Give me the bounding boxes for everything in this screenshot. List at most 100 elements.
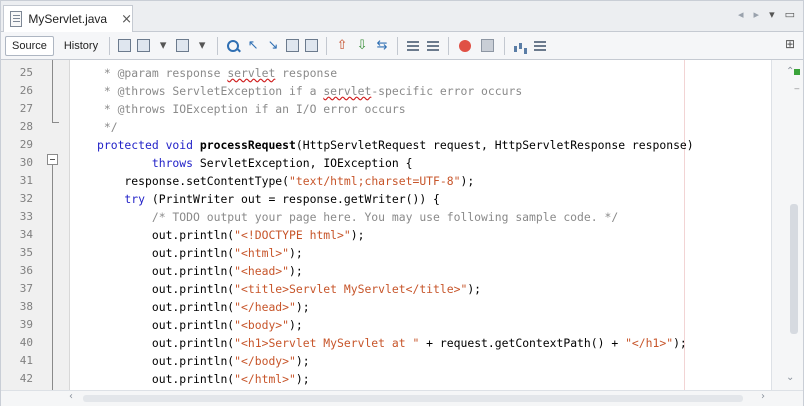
comment-icon[interactable] bbox=[513, 39, 527, 53]
code-token: out.println( bbox=[97, 354, 235, 368]
close-icon[interactable]: × bbox=[121, 12, 132, 27]
code-token: ); bbox=[295, 300, 310, 314]
code-editor[interactable]: 25 26 27 28 29 30 31 32 33 34 35 36 37 38 39 40 41 42 * @… bbox=[1, 60, 803, 390]
history-button[interactable]: History bbox=[58, 37, 104, 55]
toggle-highlight-icon[interactable] bbox=[286, 39, 300, 52]
code-line[interactable]: response.setContentType("text/html;chars… bbox=[97, 172, 474, 190]
code-token: (HttpServletRequest request, HttpServlet… bbox=[295, 138, 694, 152]
shift-right-icon[interactable] bbox=[426, 39, 440, 53]
separator bbox=[397, 36, 399, 55]
separator bbox=[217, 36, 219, 55]
find-icon[interactable] bbox=[226, 39, 240, 53]
code-token: ); bbox=[289, 264, 303, 278]
code-token: "</h1>" bbox=[625, 336, 674, 350]
code-line[interactable]: protected void processRequest(HttpServle… bbox=[97, 136, 694, 154]
code-token: out.println( bbox=[97, 318, 235, 332]
stop-macro-icon[interactable] bbox=[481, 39, 495, 52]
code-token: * @param response bbox=[97, 66, 228, 80]
find-next-icon[interactable]: ↘ bbox=[266, 38, 280, 53]
scroll-down-icon[interactable]: ⌄ bbox=[786, 372, 794, 383]
back-dropdown-icon[interactable]: ▾ bbox=[156, 38, 170, 53]
code-token: out.println( bbox=[97, 372, 235, 386]
code-token: servlet bbox=[323, 84, 372, 98]
code-line[interactable]: * @param response servlet response bbox=[97, 64, 337, 82]
code-line[interactable]: out.println("<head>"); bbox=[97, 262, 303, 280]
code-line[interactable]: out.println("<title>Servlet MyServlet</t… bbox=[97, 280, 481, 298]
tab-myservlet[interactable]: MyServlet.java × bbox=[3, 5, 133, 32]
prev-bookmark-icon[interactable]: ⇧ bbox=[335, 38, 349, 53]
code-token: (PrintWriter out = response.getWriter())… bbox=[151, 192, 440, 206]
source-button[interactable]: Source bbox=[5, 35, 54, 56]
vertical-scrollbar[interactable]: ⌃ ‒ ⌄ bbox=[771, 60, 803, 390]
code-token: ); bbox=[467, 282, 482, 296]
toggle-rectangular-selection-icon[interactable] bbox=[305, 39, 319, 52]
code-token: response bbox=[275, 66, 338, 80]
code-token: + request.getContextPath() + bbox=[419, 336, 626, 350]
find-prev-icon[interactable]: ↖ bbox=[246, 38, 260, 53]
code-token: ); bbox=[350, 228, 365, 242]
editor-toolbar: Source History ▾ ▾ ↖ ↘ ⇧ ⇩ ⇆ ⊞ bbox=[1, 32, 803, 60]
horizontal-scrollbar[interactable]: ‹ › bbox=[1, 390, 803, 406]
collapse-icon: ‒ bbox=[794, 84, 800, 94]
code-line[interactable]: out.println("<html>"); bbox=[97, 244, 303, 262]
code-token: ); bbox=[673, 336, 687, 350]
code-token: ); bbox=[295, 372, 310, 386]
toggle-bookmark-icon[interactable]: ⇆ bbox=[375, 38, 389, 53]
code-line[interactable]: out.println("</body>"); bbox=[97, 352, 310, 370]
code-line[interactable]: out.println("<body>"); bbox=[97, 316, 303, 334]
next-bookmark-icon[interactable]: ⇩ bbox=[355, 38, 369, 53]
separator bbox=[504, 36, 506, 55]
tab-menu-icon[interactable]: ▾ bbox=[769, 8, 775, 21]
code-line[interactable]: out.println("<!DOCTYPE html>"); bbox=[97, 226, 365, 244]
record-macro-icon[interactable] bbox=[459, 39, 472, 52]
code-token: * @throws IOException if an I/O error oc… bbox=[97, 102, 406, 116]
scroll-left-icon[interactable]: ‹ bbox=[69, 391, 73, 402]
file-java-icon bbox=[10, 11, 23, 27]
vertical-scroll-thumb[interactable] bbox=[790, 204, 798, 334]
code-token: "<!DOCTYPE html>" bbox=[234, 228, 351, 242]
code-token: "<h1>Servlet MyServlet at " bbox=[234, 336, 420, 350]
code-area[interactable]: * @param response servlet response * @th… bbox=[1, 60, 767, 390]
code-token: "<title>Servlet MyServlet</title>" bbox=[234, 282, 468, 296]
code-line[interactable]: out.println("<h1>Servlet MyServlet at " … bbox=[97, 334, 687, 352]
code-line[interactable]: * @throws ServletException if a servlet-… bbox=[97, 82, 522, 100]
code-token: "<body>" bbox=[234, 318, 290, 332]
code-token: response.setContentType( bbox=[97, 174, 290, 188]
code-token: out.println( bbox=[97, 282, 235, 296]
horizontal-scroll-thumb[interactable] bbox=[83, 395, 743, 402]
separator bbox=[326, 36, 328, 55]
back-icon[interactable] bbox=[137, 39, 151, 52]
forward-icon[interactable] bbox=[176, 39, 190, 52]
code-token: ); bbox=[289, 246, 303, 260]
code-token: ); bbox=[289, 318, 303, 332]
code-token: processRequest bbox=[199, 138, 296, 152]
code-token: ); bbox=[295, 354, 310, 368]
code-token: "</html>" bbox=[234, 372, 296, 386]
code-line[interactable]: throws ServletException, IOException { bbox=[97, 154, 413, 172]
uncomment-icon[interactable] bbox=[533, 39, 547, 53]
code-token: */ bbox=[97, 120, 118, 134]
code-token: out.println( bbox=[97, 264, 235, 278]
code-line[interactable]: out.println("</head>"); bbox=[97, 298, 310, 316]
scroll-tabs-right-icon[interactable]: ▸ bbox=[754, 8, 760, 21]
code-line[interactable]: out.println("</html>"); bbox=[97, 370, 310, 388]
tab-title: MyServlet.java bbox=[28, 12, 108, 26]
code-token: ServletException, IOException { bbox=[199, 156, 413, 170]
code-line[interactable]: try (PrintWriter out = response.getWrite… bbox=[97, 190, 440, 208]
code-token: servlet bbox=[227, 66, 276, 80]
code-token: "<head>" bbox=[234, 264, 290, 278]
shift-left-icon[interactable] bbox=[406, 39, 420, 53]
forward-dropdown-icon[interactable]: ▾ bbox=[195, 38, 209, 53]
code-line[interactable]: * @throws IOException if an I/O error oc… bbox=[97, 100, 406, 118]
code-line[interactable]: /* TODO output your page here. You may u… bbox=[97, 208, 618, 226]
code-line[interactable]: */ bbox=[97, 118, 118, 136]
code-token: throws bbox=[97, 156, 200, 170]
code-token: "<html>" bbox=[234, 246, 290, 260]
last-edit-icon[interactable] bbox=[118, 39, 132, 52]
split-editor-icon[interactable]: ⊞ bbox=[785, 37, 795, 51]
scroll-right-icon[interactable]: › bbox=[761, 391, 765, 402]
scroll-tabs-left-icon[interactable]: ◂ bbox=[738, 8, 744, 21]
restore-window-icon[interactable]: ▭ bbox=[785, 8, 795, 21]
separator bbox=[448, 36, 450, 55]
code-token: out.println( bbox=[97, 228, 235, 242]
